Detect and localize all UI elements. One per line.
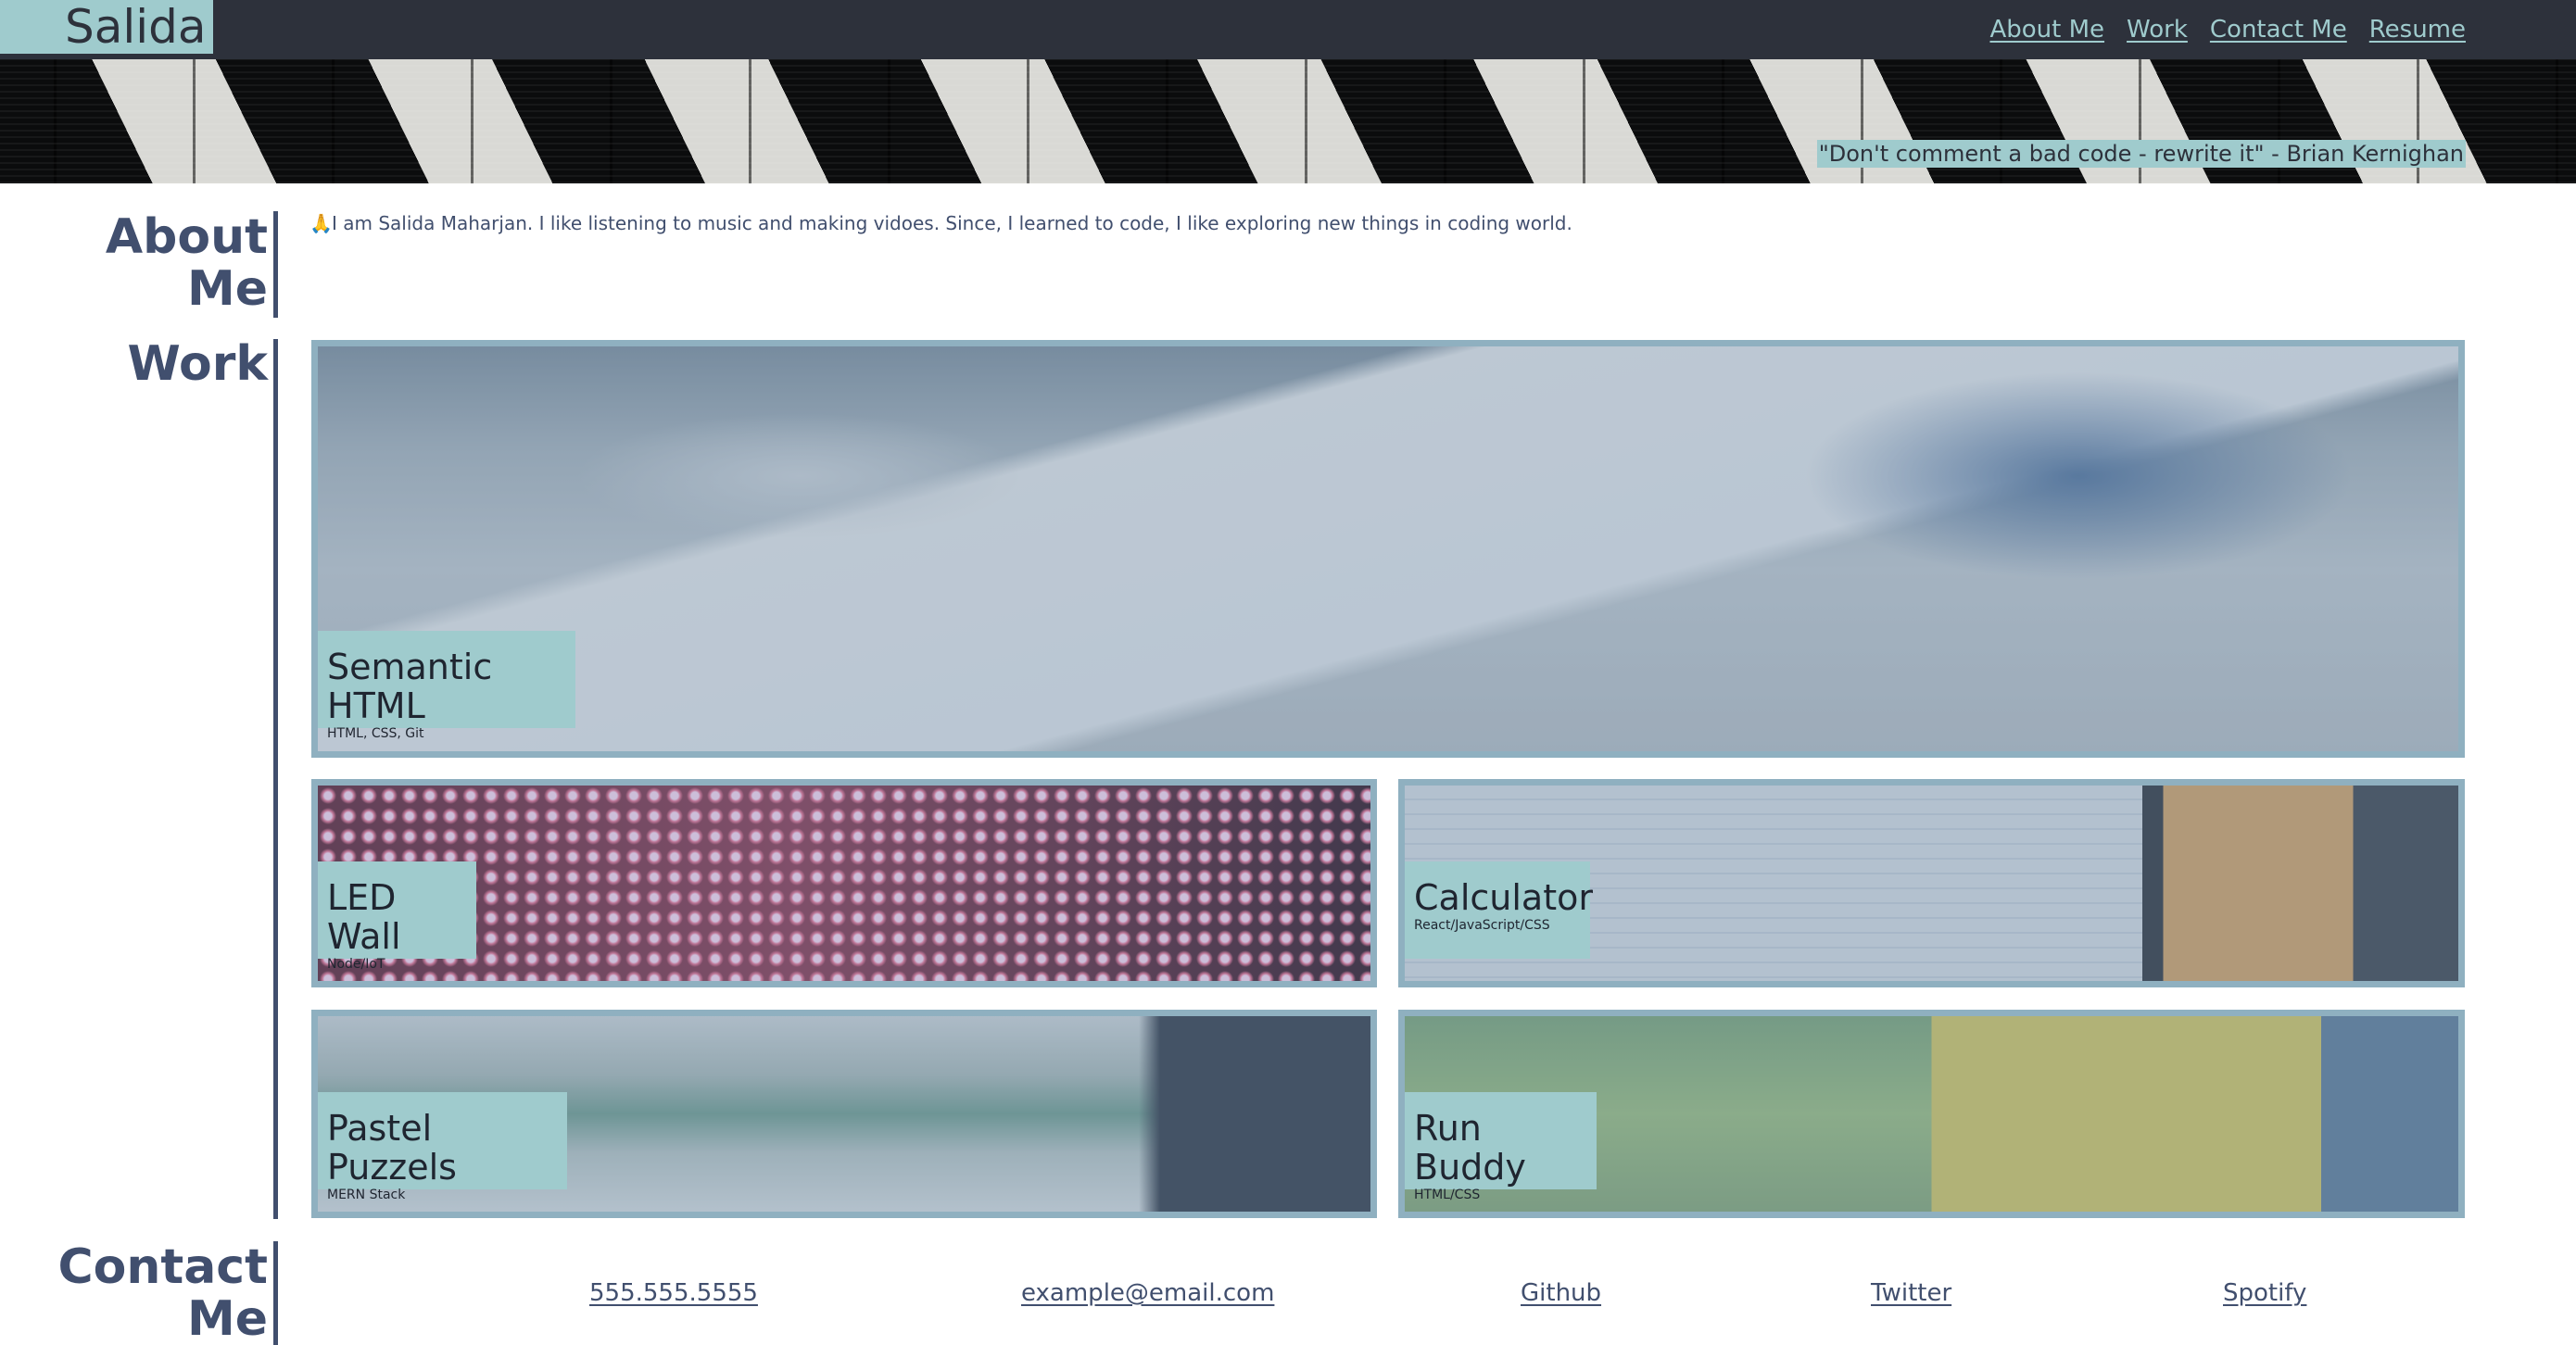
project-tech: HTML, CSS, Git <box>327 726 424 741</box>
project-title: Pastel Puzzels <box>327 1108 457 1188</box>
project-tech: MERN Stack <box>327 1188 406 1202</box>
contact-heading: Contact Me <box>57 1241 268 1345</box>
contact-github-link[interactable]: Github <box>1521 1277 1601 1309</box>
nav-link-contact-me[interactable]: Contact Me <box>2210 13 2347 46</box>
project-label: Pastel Puzzels MERN Stack <box>318 1092 567 1202</box>
contact-phone-link[interactable]: 555.555.5555 <box>589 1277 758 1309</box>
about-heading-line1: About <box>105 209 268 265</box>
project-card-pastel-puzzels[interactable]: Pastel Puzzels MERN Stack <box>311 1010 1377 1218</box>
project-card-run-buddy[interactable]: Run Buddy HTML/CSS <box>1398 1010 2465 1218</box>
nav-link-about-me[interactable]: About Me <box>1989 13 2104 46</box>
project-tech: Node/IoT <box>327 957 385 972</box>
project-label: LED Wall Node/IoT <box>318 861 476 972</box>
project-title: LED Wall <box>327 877 401 957</box>
about-heading: About Me <box>106 211 268 315</box>
nav-links: About Me Work Contact Me Resume <box>1989 13 2466 46</box>
about-heading-line2: Me <box>186 261 268 317</box>
work-heading: Work <box>127 336 268 392</box>
project-card-calculator[interactable]: Calculator React/JavaScript/CSS <box>1398 779 2465 987</box>
project-title: Semantic HTML <box>327 647 493 726</box>
project-image <box>318 346 2458 751</box>
about-description: I am Salida Maharjan. I like listening t… <box>332 212 1572 234</box>
brand-logo[interactable]: Salida <box>0 0 213 54</box>
nav-link-resume[interactable]: Resume <box>2369 13 2466 46</box>
project-tech: HTML/CSS <box>1414 1188 1481 1202</box>
contact-twitter-link[interactable]: Twitter <box>1871 1277 1951 1309</box>
project-card-semantic-html[interactable]: Semantic HTML HTML, CSS, Git <box>311 340 2465 758</box>
contact-email-link[interactable]: example@email.com <box>1021 1277 1274 1309</box>
contact-heading-line2: Me <box>186 1291 268 1345</box>
brand-name: Salida <box>65 0 207 54</box>
hero-quote: "Don't comment a bad code - rewrite it" … <box>1816 140 2466 168</box>
project-card-led-wall[interactable]: LED Wall Node/IoT <box>311 779 1377 987</box>
contact-spotify-link[interactable]: Spotify <box>2223 1277 2306 1309</box>
about-divider <box>273 211 278 318</box>
project-title: Run Buddy <box>1414 1108 1526 1188</box>
project-tech: React/JavaScript/CSS <box>1414 918 1550 933</box>
project-title: Calculator <box>1414 877 1593 918</box>
work-divider <box>273 339 278 1219</box>
praying-hands-icon: 🙏 <box>309 212 333 234</box>
project-label: Run Buddy HTML/CSS <box>1405 1092 1597 1202</box>
contact-heading-line1: Contact <box>57 1239 268 1295</box>
hero-banner: "Don't comment a bad code - rewrite it" … <box>0 59 2576 183</box>
nav-link-work[interactable]: Work <box>2127 13 2188 46</box>
contact-divider <box>273 1241 278 1345</box>
project-label: Semantic HTML HTML, CSS, Git <box>318 631 575 741</box>
top-nav: Salida About Me Work Contact Me Resume <box>0 0 2576 59</box>
about-text: 🙏I am Salida Maharjan. I like listening … <box>309 211 1572 235</box>
project-label: Calculator React/JavaScript/CSS <box>1405 861 1593 959</box>
